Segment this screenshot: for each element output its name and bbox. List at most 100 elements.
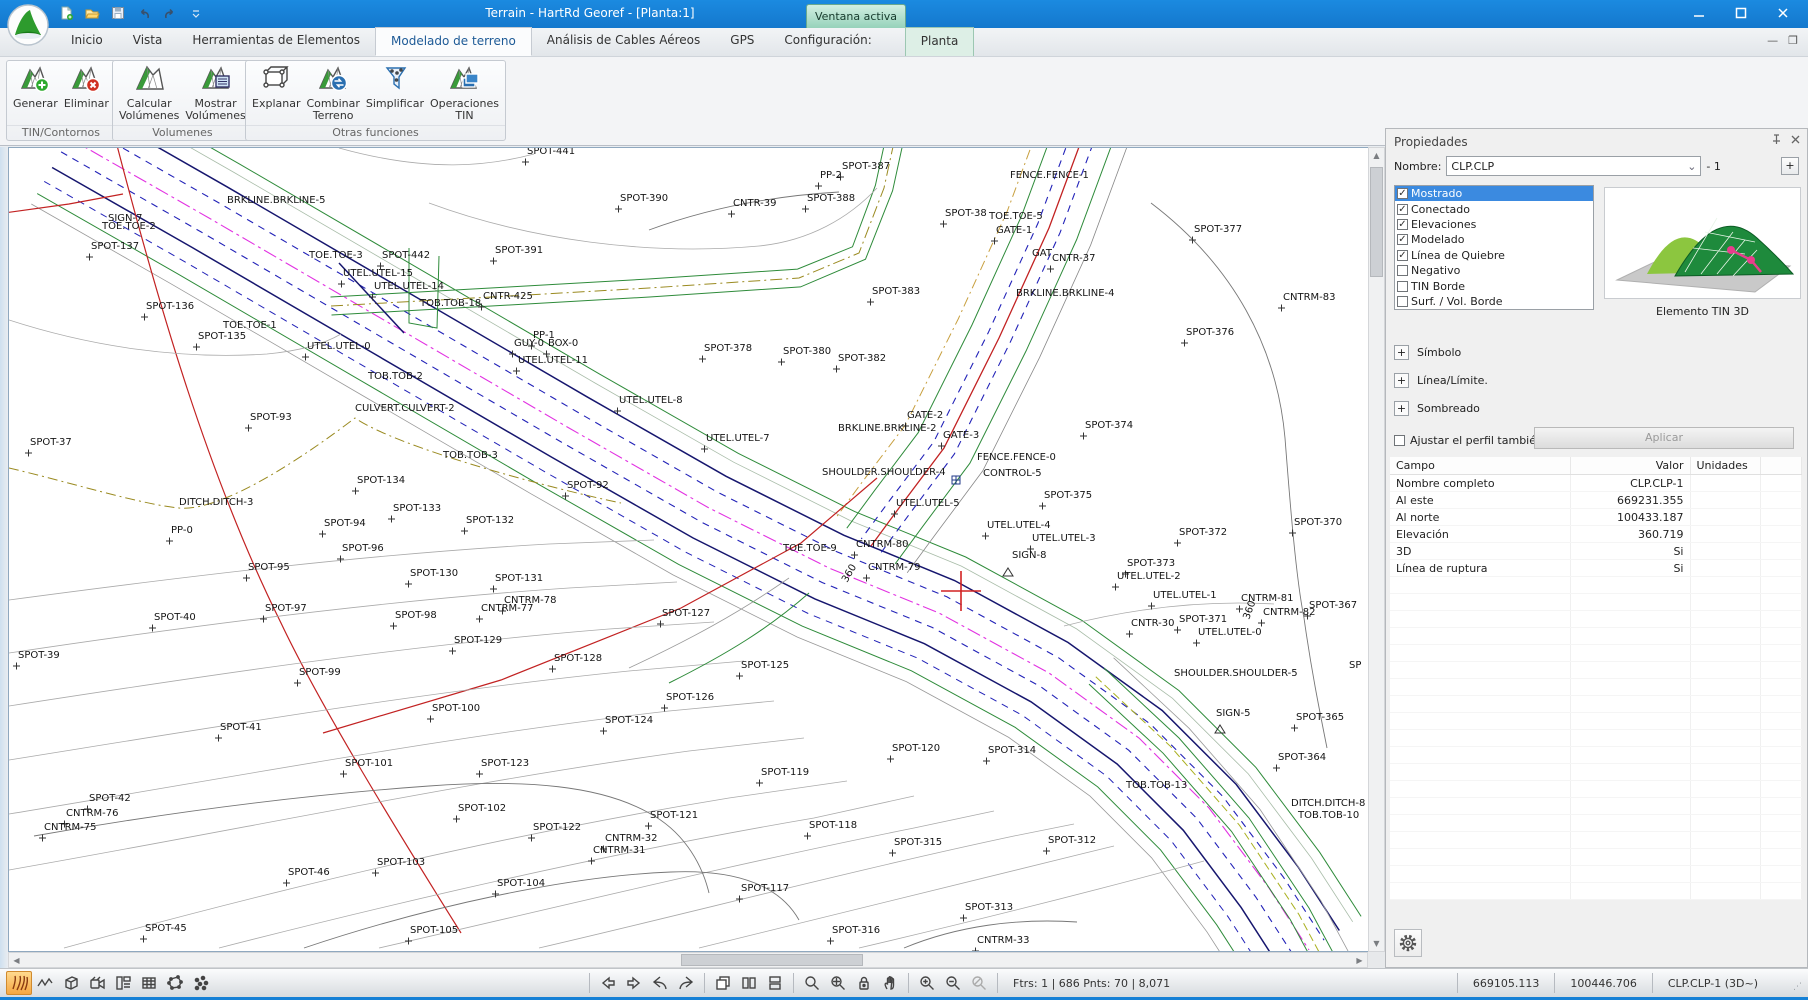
tab-modelado-de-terreno[interactable]: Modelado de terreno	[375, 27, 532, 56]
swoop-left-icon[interactable]	[647, 971, 673, 995]
map-viewport[interactable]: SPOT-441BRKLINE.BRKLINE-5SIGN-7TOE.TOE-2…	[8, 147, 1368, 952]
checkbox-icon[interactable]: ✓	[1397, 204, 1408, 215]
section-simbolo[interactable]: +Símbolo	[1394, 345, 1461, 360]
undo-icon[interactable]	[134, 3, 154, 23]
ribbon-button-operaciones-tin[interactable]: Operaciones TIN	[428, 63, 501, 122]
pin-icon[interactable]	[1771, 134, 1782, 148]
tab-gps[interactable]: GPS	[715, 27, 769, 56]
polygon-icon[interactable]	[162, 971, 188, 995]
ribbon-button-generar[interactable]: Generar	[11, 63, 60, 110]
flag-item-negativo[interactable]: Negativo	[1395, 263, 1593, 278]
checkbox-icon[interactable]: ✓	[1397, 250, 1408, 261]
grid-icon[interactable]	[136, 971, 162, 995]
tab-an-lisis-de-cables-a-reos[interactable]: Análisis de Cables Aéreos	[532, 27, 715, 56]
cube-icon[interactable]	[58, 971, 84, 995]
doc-restore-icon[interactable]: ❐	[1788, 34, 1798, 47]
panel-close-icon[interactable]	[1790, 134, 1801, 148]
section-sombreado[interactable]: +Sombreado	[1394, 401, 1480, 416]
name-combobox[interactable]: CLP.CLP ⌄	[1446, 156, 1701, 176]
tab-inicio[interactable]: Inicio	[56, 27, 118, 56]
zoom-off-icon[interactable]	[966, 971, 992, 995]
settings-gear-button[interactable]	[1394, 929, 1422, 957]
close-button[interactable]	[1762, 0, 1804, 26]
adjust-profile-checkbox[interactable]	[1394, 435, 1405, 446]
ribbon-button-combinar-terreno[interactable]: Combinar Terreno	[304, 63, 361, 122]
ribbon-button-calcular-volúmenes[interactable]: Calcular Volúmenes	[117, 63, 181, 122]
arrow-right-icon[interactable]	[621, 971, 647, 995]
ribbon-button-simplificar[interactable]: Simplificar	[364, 63, 426, 110]
chevron-down-icon[interactable]: ⌄	[1687, 160, 1696, 173]
add-element-button[interactable]: +	[1781, 157, 1799, 175]
open-folder-icon[interactable]	[82, 3, 102, 23]
ribbon-button-explanar[interactable]: Explanar	[250, 63, 302, 110]
zoom-out-icon[interactable]	[940, 971, 966, 995]
table-row[interactable]: 3DSi	[1390, 543, 1802, 560]
expand-icon[interactable]: +	[1394, 373, 1409, 388]
checkbox-icon[interactable]	[1397, 265, 1408, 276]
redo-icon[interactable]	[160, 3, 180, 23]
table-row[interactable]: Al norte100433.187	[1390, 509, 1802, 526]
horizontal-scroll-thumb[interactable]	[681, 954, 863, 966]
tile-h-icon[interactable]	[762, 971, 788, 995]
panels-icon[interactable]	[110, 971, 136, 995]
arrow-left-icon[interactable]	[595, 971, 621, 995]
contours-icon[interactable]	[6, 971, 32, 995]
save-icon[interactable]	[108, 3, 128, 23]
scroll-right-icon[interactable]: ▶	[1352, 953, 1367, 968]
cursor-northing: 100446.706	[1560, 977, 1646, 990]
tile-v-icon[interactable]	[736, 971, 762, 995]
customize-arrow-icon[interactable]	[186, 3, 206, 23]
table-row[interactable]: Elevación360.719	[1390, 526, 1802, 543]
flag-item-modelado[interactable]: ✓Modelado	[1395, 232, 1593, 247]
checkbox-icon[interactable]: ✓	[1397, 219, 1408, 230]
checkbox-icon[interactable]: ✓	[1397, 188, 1408, 199]
vertical-scroll-thumb[interactable]	[1370, 167, 1383, 277]
flag-item-tin-borde[interactable]: TIN Borde	[1395, 278, 1593, 293]
minimize-button[interactable]	[1678, 0, 1720, 26]
scroll-down-icon[interactable]: ▼	[1369, 936, 1384, 951]
tab-planta[interactable]: Planta	[905, 27, 975, 56]
table-row[interactable]: Al este669231.355	[1390, 492, 1802, 509]
scroll-up-icon[interactable]: ▲	[1369, 148, 1384, 163]
flag-item-surf-vol-borde[interactable]: Surf. / Vol. Borde	[1395, 294, 1593, 309]
maximize-button[interactable]	[1720, 0, 1762, 26]
polyline-icon[interactable]	[32, 971, 58, 995]
checkbox-icon[interactable]	[1397, 296, 1408, 307]
table-row[interactable]: Nombre completoCLP.CLP-1	[1390, 475, 1802, 492]
terrain-drawing[interactable]: SPOT-441BRKLINE.BRKLINE-5SIGN-7TOE.TOE-2…	[9, 148, 1368, 952]
flags-listbox[interactable]: ✓Mostrado✓Conectado✓Elevaciones✓Modelado…	[1394, 185, 1594, 310]
zoom-icon[interactable]	[799, 971, 825, 995]
camera-icon[interactable]	[84, 971, 110, 995]
cascade-icon[interactable]	[710, 971, 736, 995]
ribbon-button-mostrar-volúmenes[interactable]: Mostrar Volúmenes	[183, 63, 247, 122]
expand-icon[interactable]: +	[1394, 345, 1409, 360]
zoom-in-icon[interactable]	[914, 971, 940, 995]
tab-configuraci-n-[interactable]: Configuración:	[769, 27, 886, 56]
checkbox-icon[interactable]	[1397, 281, 1408, 292]
swoop-right-icon[interactable]	[673, 971, 699, 995]
map-label: SIGN-8	[1012, 550, 1047, 561]
app-logo-icon[interactable]	[6, 3, 50, 47]
svg-text:UTEL.UTEL-0: UTEL.UTEL-0	[307, 341, 371, 352]
resize-grip[interactable]: ⋰	[1793, 982, 1805, 994]
scroll-left-icon[interactable]: ◀	[9, 953, 24, 968]
section-linea-limite[interactable]: +Línea/Límite.	[1394, 373, 1488, 388]
horizontal-scrollbar[interactable]: ◀ ▶	[8, 952, 1368, 968]
table-row[interactable]: Línea de rupturaSi	[1390, 560, 1802, 577]
zoom-sel-icon[interactable]	[825, 971, 851, 995]
flag-item-mostrado[interactable]: ✓Mostrado	[1395, 186, 1593, 201]
points-icon[interactable]	[188, 971, 214, 995]
tab-herramientas-de-elementos[interactable]: Herramientas de Elementos	[177, 27, 375, 56]
doc-minimize-icon[interactable]: —	[1767, 34, 1778, 47]
flag-item-línea-de-quiebre[interactable]: ✓Línea de Quiebre	[1395, 248, 1593, 263]
pan-icon[interactable]	[877, 971, 903, 995]
expand-icon[interactable]: +	[1394, 401, 1409, 416]
new-file-icon[interactable]	[56, 3, 76, 23]
ribbon-button-eliminar[interactable]: Eliminar	[62, 63, 111, 110]
flag-item-elevaciones[interactable]: ✓Elevaciones	[1395, 217, 1593, 232]
tab-vista[interactable]: Vista	[118, 27, 178, 56]
checkbox-icon[interactable]: ✓	[1397, 234, 1408, 245]
flag-item-conectado[interactable]: ✓Conectado	[1395, 201, 1593, 216]
lock-icon[interactable]	[851, 971, 877, 995]
apply-button[interactable]: Aplicar	[1534, 427, 1794, 449]
